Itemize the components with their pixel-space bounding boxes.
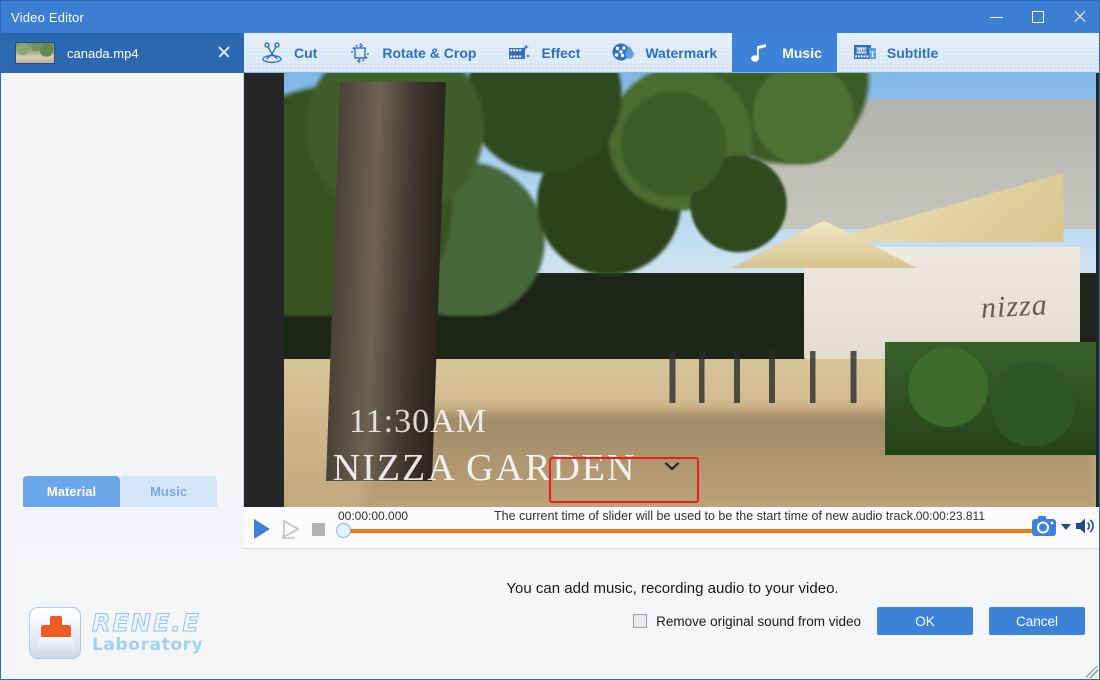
- snapshot-icon[interactable]: [1031, 515, 1057, 537]
- svg-text:SUB: SUB: [856, 48, 867, 54]
- toolbar-item-effect[interactable]: Effect: [491, 33, 595, 72]
- toolbar-label-cut: Cut: [294, 44, 318, 61]
- panel-tab-material-label: Material: [46, 484, 97, 499]
- toolbar-label-music: Music: [782, 44, 822, 61]
- panel-tab-material[interactable]: Material: [23, 476, 120, 507]
- film-sparkle-icon: [506, 40, 532, 66]
- close-icon: [1073, 10, 1087, 24]
- toolbar-item-watermark[interactable]: Watermark: [595, 33, 732, 72]
- music-note-icon: [747, 40, 773, 66]
- maximize-button[interactable]: [1017, 1, 1059, 33]
- video-frame[interactable]: nizza 11:30AM NIZZA GARDEN: [284, 73, 1096, 507]
- editor-toolbar: Cut Rotate & Crop Effect Watermark Music…: [244, 33, 1099, 73]
- window-title: Video Editor: [11, 9, 84, 25]
- timeline-track[interactable]: [341, 529, 1041, 533]
- file-thumbnail: [15, 42, 55, 64]
- toolbar-item-music[interactable]: Music: [732, 33, 837, 72]
- slider-hint-text: The current time of slider will be used …: [494, 509, 917, 523]
- video-editor-window: Video Editor canada.mp4 Cut Rotate & Cro…: [0, 0, 1100, 680]
- toolbar-label-subtitle: Subtitle: [886, 44, 939, 61]
- minimize-button[interactable]: [975, 1, 1017, 33]
- left-panel: Material Music: [1, 73, 244, 507]
- file-close-icon[interactable]: [216, 44, 232, 60]
- video-overlay-place: NIZZA GARDEN: [332, 447, 637, 490]
- toolbar-item-rotate-crop[interactable]: Rotate & Crop: [332, 33, 491, 72]
- toolbar-label-effect: Effect: [541, 44, 581, 61]
- resize-grip[interactable]: [1086, 666, 1098, 678]
- bottom-hint-text: You can add music, recording audio to yo…: [506, 580, 839, 597]
- bottom-panel: You can add music, recording audio to yo…: [1, 549, 1099, 679]
- watermark-icon: [610, 40, 636, 66]
- panel-tab-strip: Material Music: [1, 467, 244, 507]
- panel-tab-music-label: Music: [150, 484, 187, 499]
- toolbar-item-subtitle[interactable]: SUB T Subtitle: [837, 33, 953, 72]
- step-frame-button[interactable]: [280, 519, 306, 539]
- close-button[interactable]: [1059, 1, 1099, 33]
- svg-text:T: T: [870, 49, 876, 58]
- current-time-label: 00:00:00.000: [338, 509, 409, 523]
- brand-name: RENE.E: [91, 609, 201, 638]
- remove-original-sound-checkbox[interactable]: Remove original sound from video: [633, 614, 861, 629]
- checkbox-box[interactable]: [633, 614, 648, 628]
- minimize-icon: [989, 16, 1003, 18]
- window-controls: [975, 1, 1099, 33]
- video-tree-canopy-right: [576, 73, 902, 264]
- video-preview-area: nizza 11:30AM NIZZA GARDEN: [244, 73, 1099, 575]
- panel-tab-music[interactable]: Music: [120, 476, 217, 507]
- stop-button[interactable]: [312, 523, 325, 536]
- subtitle-icon: SUB T: [852, 40, 878, 66]
- play-button[interactable]: [254, 519, 270, 539]
- maximize-icon: [1032, 11, 1044, 23]
- brand-subtitle: Laboratory: [92, 634, 204, 655]
- brand-logo: RENE.E Laboratory: [29, 607, 203, 659]
- crop-rotate-icon: [347, 40, 373, 66]
- video-chairs: [657, 350, 950, 403]
- file-tab-label: canada.mp4: [67, 45, 139, 61]
- title-bar: Video Editor: [1, 1, 1099, 33]
- playback-transport-bar: 00:00:00.000 The current time of slider …: [244, 507, 1099, 549]
- plus-horizontal-bar: [41, 625, 71, 637]
- toolbar-label-rotate-crop: Rotate & Crop: [382, 44, 477, 61]
- brand-text: RENE.E Laboratory: [91, 609, 204, 655]
- file-tab[interactable]: canada.mp4: [1, 33, 244, 73]
- total-time-label: 00:00:23.811: [915, 509, 985, 523]
- volume-icon[interactable]: [1075, 517, 1095, 535]
- ok-button[interactable]: OK: [877, 607, 973, 635]
- medical-kit-icon: [29, 607, 81, 659]
- snapshot-dropdown-caret[interactable]: [1061, 524, 1071, 530]
- cancel-button[interactable]: Cancel: [989, 607, 1085, 635]
- toolbar-item-cut[interactable]: Cut: [244, 33, 332, 72]
- toolbar-label-watermark: Watermark: [645, 44, 718, 61]
- scissors-icon: [259, 40, 285, 66]
- video-wall-sign: nizza: [979, 288, 1049, 325]
- timeline-slider-handle[interactable]: [336, 523, 351, 538]
- checkbox-label: Remove original sound from video: [656, 613, 861, 629]
- footer-actions: Remove original sound from video OK Canc…: [633, 607, 1085, 635]
- video-overlay-time: 11:30AM: [348, 402, 487, 440]
